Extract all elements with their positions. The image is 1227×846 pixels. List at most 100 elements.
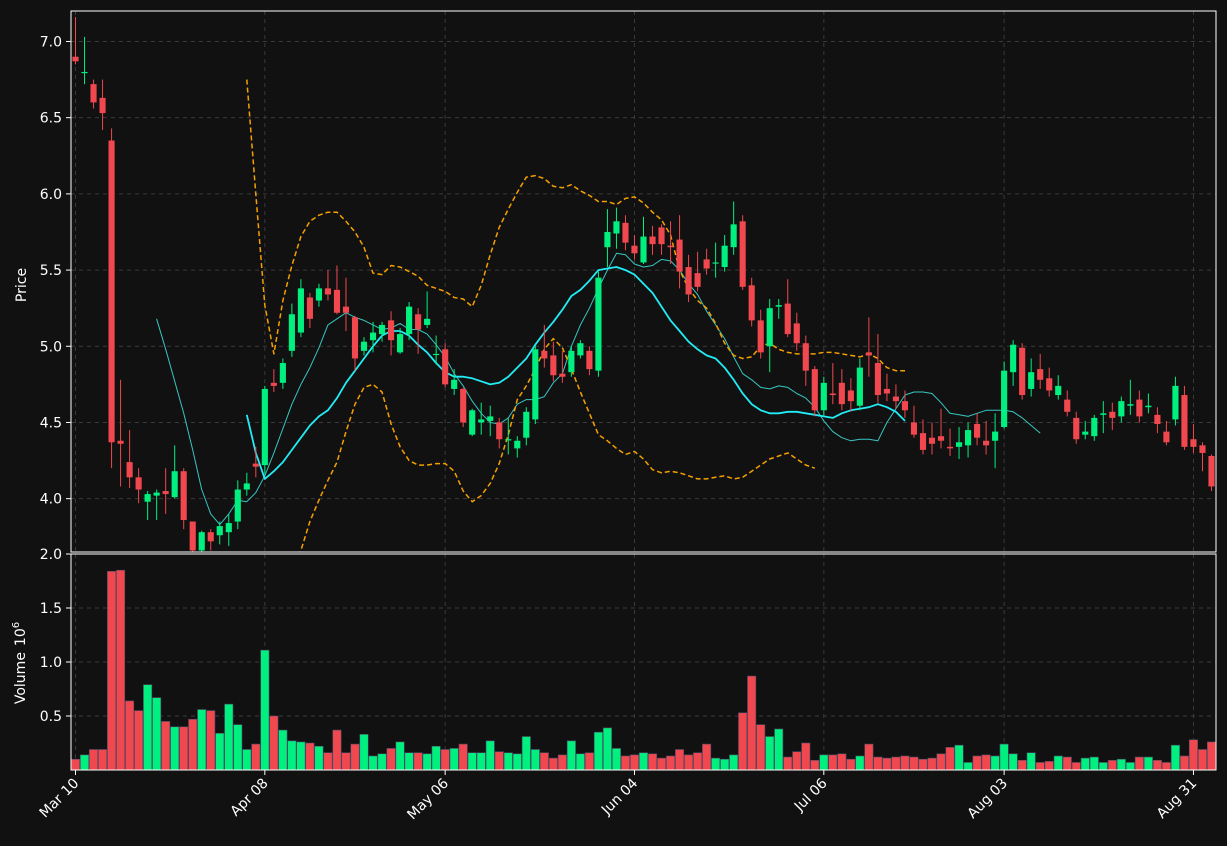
candle-body [775,305,782,307]
volume-axis-label: Volume 106 [11,622,29,704]
candle-body [865,352,872,356]
candle-body [541,350,548,359]
volume-bar [1134,756,1144,771]
volume-bar [584,752,594,771]
volume-bar [882,757,892,771]
price-tick-label: 7.0 [40,34,62,50]
x-tick-label: Aug 03 [965,776,1011,822]
candle-body [1037,369,1044,380]
candle-body [1082,431,1089,435]
volume-bar [990,755,1000,771]
candle-body [604,231,611,248]
volume-bar [422,753,432,771]
candle-body [433,353,440,356]
candle-body [793,323,800,344]
volume-bar [828,754,838,771]
volume-bar [512,753,522,771]
candle-body [856,367,863,406]
volume-bar [620,755,630,771]
volume-bar [494,751,504,771]
volume-bar [215,732,225,771]
volume-bar [296,741,306,771]
volume-bar [1098,762,1108,771]
volume-bar [1152,759,1162,771]
volume-bar [1008,753,1018,771]
volume-bar [467,752,477,771]
candle-body [234,489,241,522]
candle-body [333,289,341,313]
volume-bar [116,569,126,771]
volume-bar [1143,756,1153,771]
chart-canvas: 4.0 4.5 5.0 5.5 6.0 6.5 7.0 0.5 1.0 1.5 2.0 Mar 10 A… [11,10,1217,823]
candle-body [180,471,187,520]
volume-bar [855,755,865,771]
candle-body [1199,445,1206,453]
volume-bar [900,755,910,771]
candle-body [288,314,295,351]
candle-body [739,221,746,287]
volume-bar [648,753,658,771]
candle-body [1127,404,1134,406]
volume-bar [485,740,495,771]
volume-bar [71,758,81,771]
candle-body [730,224,737,248]
x-tick-label: Jun 04 [598,775,641,818]
candle-body [108,140,115,443]
volume-bar [530,749,540,771]
candle-body [81,71,88,74]
axis-labels: Price Volume 106 [11,268,30,704]
volume-bar [738,712,748,771]
candle-body [424,318,431,325]
candle-body [811,369,818,411]
candle-body [135,477,142,490]
candle-body [442,349,449,385]
candle-body [983,440,990,446]
volume-bar [350,743,360,771]
volume-bar [972,755,982,771]
candle-body [198,532,205,551]
volume-bar [260,649,270,771]
candle-body [261,388,268,466]
candle-body [189,521,196,551]
volume-bar [891,756,901,771]
x-tick-label: Jul 06 [791,775,831,815]
volume-bar [684,754,694,771]
volume-bar [1071,762,1081,771]
volume-bar [666,755,676,771]
volume-bar [1089,756,1099,771]
candle-body [703,259,710,269]
candle-body [1073,417,1080,440]
price-panel-frame [70,10,1217,553]
candle-body [1010,344,1017,373]
volume-bar [801,742,811,771]
candle-body [658,227,665,245]
candle-body [784,303,791,335]
volume-bar [927,757,937,771]
candle-body [415,314,422,330]
candle-body [360,341,368,351]
candlestick-chart: 4.0 4.5 5.0 5.5 6.0 6.5 7.0 0.5 1.0 1.5 2.0 Mar 10 A… [0,0,1227,842]
candle-body [910,422,918,435]
volume-bar [377,753,387,771]
volume-tick-label: 1.0 [40,655,62,671]
volume-bar [611,748,621,771]
volume-bar [756,724,766,771]
volume-bar [873,756,883,771]
candle-body [270,382,277,386]
grid [71,11,1216,770]
candle-body [72,56,79,62]
candle-body [324,288,332,295]
candle-body [1172,385,1179,420]
candle-body [1181,395,1188,447]
volume-bar [720,758,730,771]
candle-body [1190,439,1197,447]
volume-bar [404,752,414,771]
volume-bar [629,754,639,771]
candle-body [613,221,620,234]
candle-body [1046,378,1053,391]
volume-bar [1035,762,1045,771]
volume-bar [170,726,180,771]
candle-body [117,440,124,444]
volume-bar [98,749,108,771]
candle-body [955,442,963,447]
